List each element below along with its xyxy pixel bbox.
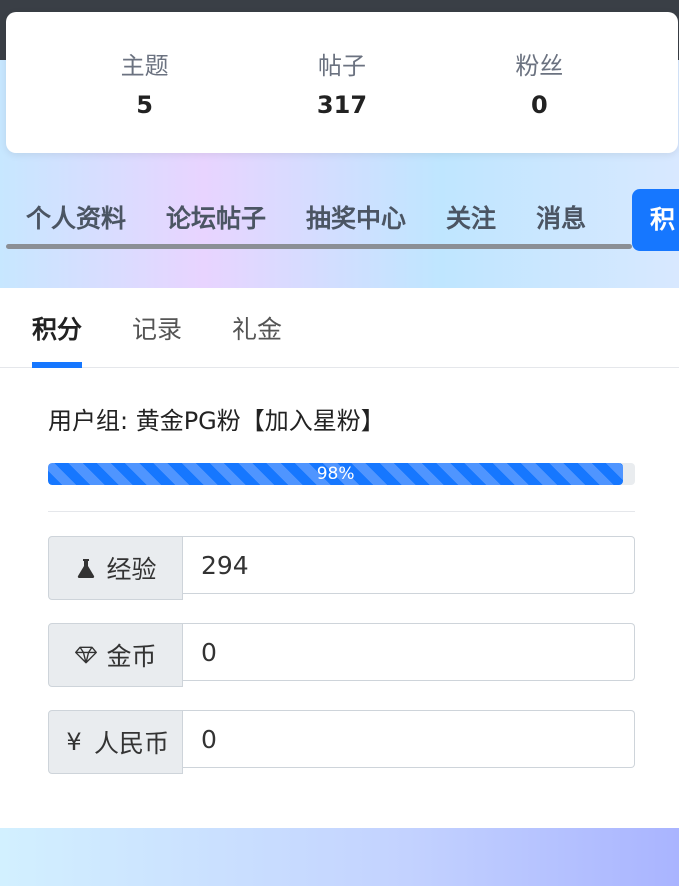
coins-field: 金币 0	[48, 623, 635, 687]
nav-scrollbar[interactable]	[6, 244, 632, 249]
coins-value: 0	[183, 623, 635, 681]
experience-value: 294	[183, 536, 635, 594]
stat-posts[interactable]: 帖子 317	[282, 46, 402, 119]
stat-label: 粉丝	[515, 52, 564, 80]
stats-card: 主题 5 帖子 317 粉丝 0	[6, 12, 678, 153]
stat-label: 主题	[120, 52, 169, 80]
user-group-text: 用户组: 黄金PG粉【加入星粉】	[48, 407, 385, 435]
rmb-value: 0	[183, 710, 635, 768]
diamond-icon	[74, 643, 98, 667]
nav-item-messages[interactable]: 消息	[536, 199, 586, 235]
points-panel: 积分 记录 礼金 用户组: 黄金PG粉【加入星粉】 98% 经验 294 金币 …	[0, 288, 679, 828]
stat-label: 帖子	[317, 52, 366, 80]
bottom-background	[0, 828, 679, 886]
nav-item-follow[interactable]: 关注	[446, 199, 496, 235]
coins-addon: 金币	[48, 623, 183, 687]
divider	[48, 511, 635, 512]
points-tabs: 积分 记录 礼金	[0, 288, 679, 368]
stat-value: 317	[316, 91, 368, 119]
tab-gift-money[interactable]: 礼金	[232, 288, 282, 368]
experience-field: 经验 294	[48, 536, 635, 600]
nav-item-points[interactable]: 积	[632, 189, 679, 251]
yen-icon: ¥	[66, 728, 82, 756]
coins-label: 金币	[106, 642, 157, 671]
stat-value: 5	[136, 91, 153, 119]
progress-fill: 98%	[48, 463, 624, 485]
tab-records[interactable]: 记录	[132, 288, 182, 368]
nav-item-profile[interactable]: 个人资料	[26, 199, 126, 235]
stat-value: 0	[530, 91, 548, 119]
profile-nav: 个人资料 论坛帖子 抽奖中心 关注 消息 积	[0, 185, 679, 251]
nav-item-forum-posts[interactable]: 论坛帖子	[166, 199, 266, 235]
rmb-addon: ¥ 人民币	[48, 710, 183, 774]
rmb-field: ¥ 人民币 0	[48, 710, 635, 774]
rmb-label: 人民币	[93, 729, 169, 758]
experience-addon: 经验	[48, 536, 183, 600]
stat-topics[interactable]: 主题 5	[85, 46, 205, 119]
tab-points[interactable]: 积分	[32, 288, 83, 368]
level-progress-bar: 98%	[48, 463, 635, 485]
experience-label: 经验	[106, 555, 157, 584]
nav-item-lottery[interactable]: 抽奖中心	[306, 199, 406, 235]
stat-fans[interactable]: 粉丝 0	[479, 46, 599, 119]
flask-icon	[74, 556, 98, 580]
